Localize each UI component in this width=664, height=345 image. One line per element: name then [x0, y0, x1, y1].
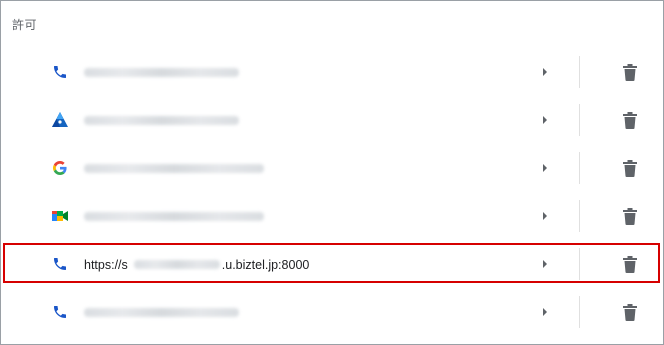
- chevron-right-icon[interactable]: [539, 209, 551, 223]
- delete-trash-icon[interactable]: [620, 301, 640, 323]
- site-url-redacted: [84, 63, 239, 81]
- divider: [579, 200, 580, 232]
- chevron-right-icon[interactable]: [539, 113, 551, 127]
- highlight-box: [3, 243, 660, 283]
- chevron-right-icon[interactable]: [539, 161, 551, 175]
- delete-trash-icon[interactable]: [620, 157, 640, 179]
- chevron-right-icon[interactable]: [539, 305, 551, 319]
- site-url-redacted: [84, 303, 239, 321]
- site-url-redacted: [84, 207, 264, 225]
- delete-trash-icon[interactable]: [620, 61, 640, 83]
- delete-trash-icon[interactable]: [620, 205, 640, 227]
- site-permissions-panel: 許可 https://s .u.biztel.jp:8000: [0, 0, 664, 345]
- site-row[interactable]: [1, 288, 663, 336]
- divider: [579, 56, 580, 88]
- phone-icon: [51, 303, 69, 321]
- site-row[interactable]: [1, 96, 663, 144]
- divider: [579, 296, 580, 328]
- site-row[interactable]: [1, 48, 663, 96]
- site-url-redacted: [84, 159, 264, 177]
- site-row[interactable]: [1, 144, 663, 192]
- google-g-icon: [51, 159, 69, 177]
- divider: [579, 104, 580, 136]
- pen-triangle-icon: [51, 111, 69, 129]
- divider: [579, 152, 580, 184]
- meet-camera-icon: [51, 207, 69, 225]
- chevron-right-icon[interactable]: [539, 65, 551, 79]
- site-row[interactable]: [1, 192, 663, 240]
- section-label-allowed: 許可: [12, 18, 38, 32]
- site-url-redacted: [84, 111, 239, 129]
- delete-trash-icon[interactable]: [620, 109, 640, 131]
- phone-icon: [51, 63, 69, 81]
